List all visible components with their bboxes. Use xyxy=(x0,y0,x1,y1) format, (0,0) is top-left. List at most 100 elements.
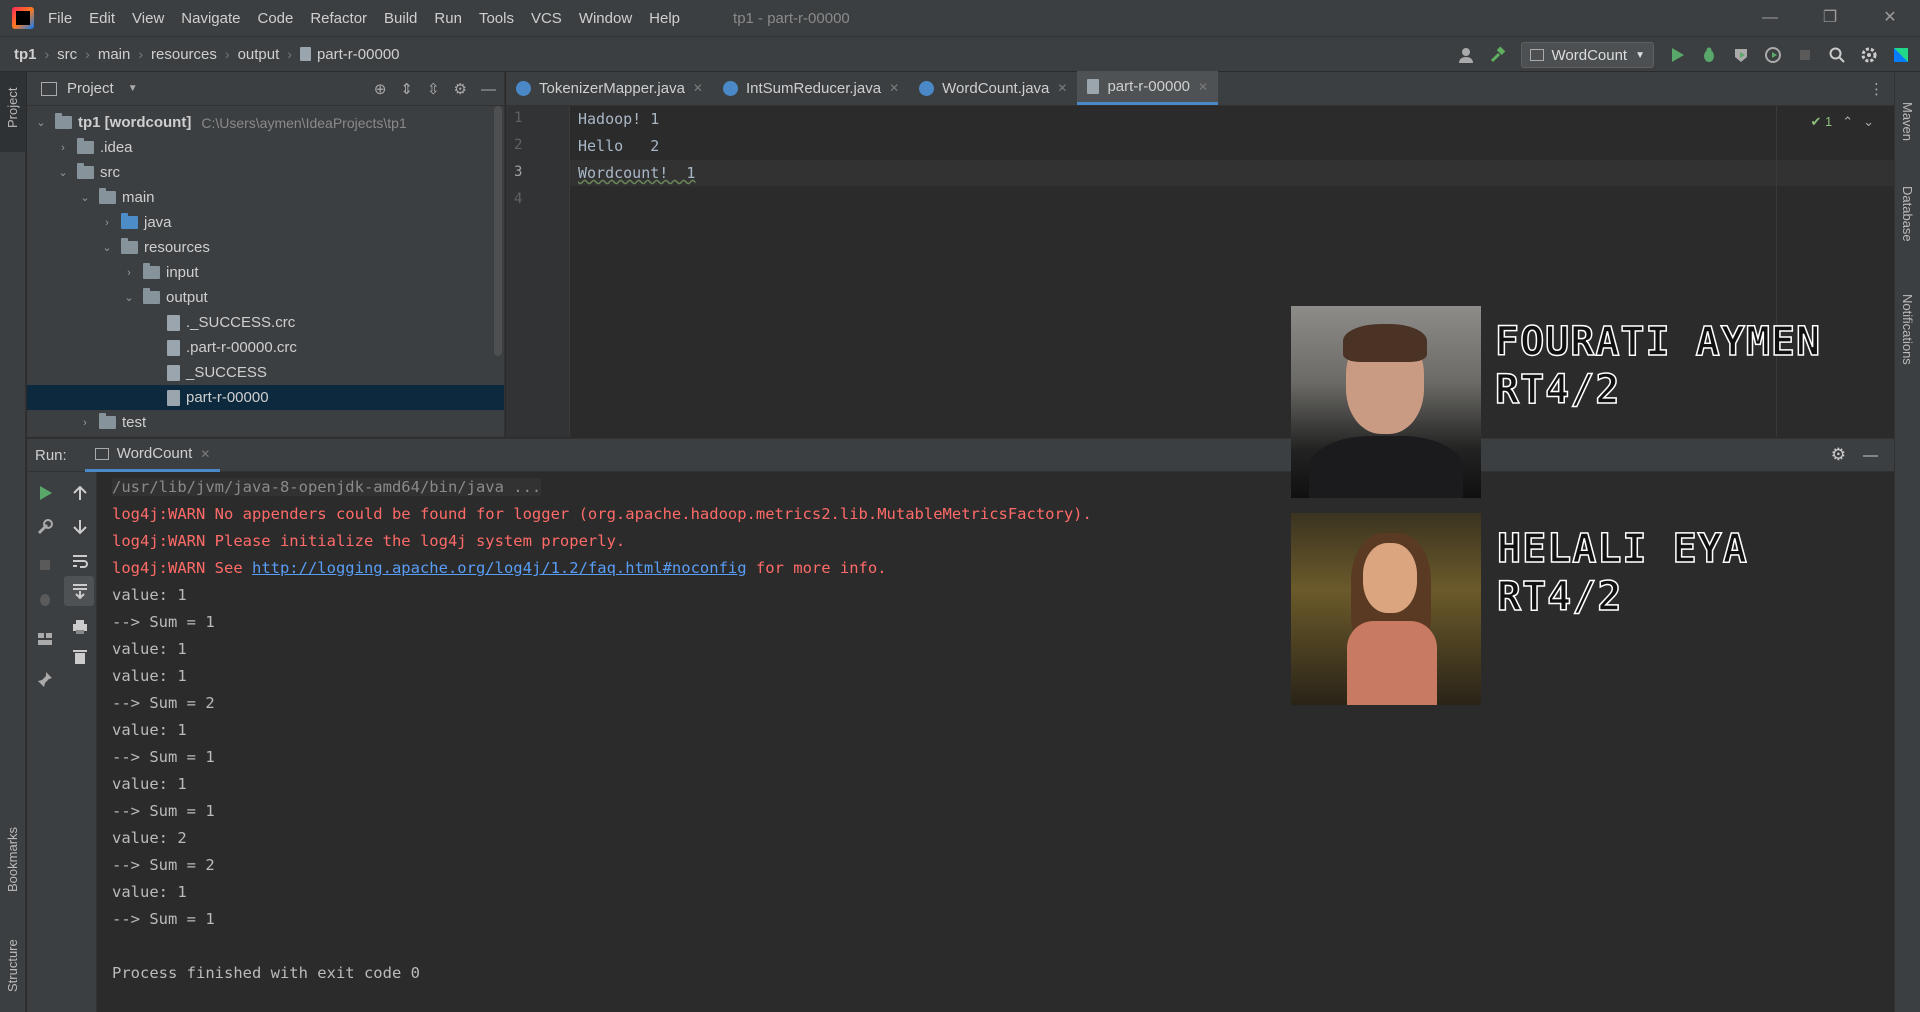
tab-part-r-00000[interactable]: part-r-00000 ✕ xyxy=(1077,71,1219,105)
breadcrumb-output[interactable]: output xyxy=(238,46,280,63)
locate-file-icon[interactable]: ⊕ xyxy=(374,80,387,98)
tree-item-part-crc[interactable]: .part-r-00000.crc xyxy=(27,335,504,360)
chevron-down-icon[interactable]: ⌄ xyxy=(123,291,135,304)
restore-button[interactable]: ❐ xyxy=(1800,0,1860,36)
search-icon[interactable] xyxy=(1828,46,1846,64)
chevron-down-icon[interactable]: ▼ xyxy=(128,83,138,94)
close-icon[interactable]: ✕ xyxy=(200,447,210,461)
project-scrollbar[interactable] xyxy=(494,106,502,356)
menu-build[interactable]: Build xyxy=(384,10,417,27)
stop-icon[interactable] xyxy=(36,556,54,574)
collapse-all-icon[interactable]: ⇳ xyxy=(427,80,440,98)
run-tab-wordcount[interactable]: WordCount ✕ xyxy=(84,438,221,472)
breadcrumb-src[interactable]: src xyxy=(57,46,77,63)
run-configuration-select[interactable]: WordCount ▼ xyxy=(1520,42,1654,68)
breadcrumb-tp1[interactable]: tp1 xyxy=(14,46,37,63)
rerun-icon[interactable] xyxy=(36,484,54,502)
close-icon[interactable]: ✕ xyxy=(1057,81,1067,95)
jetbrains-toolbox-icon[interactable] xyxy=(1892,46,1910,64)
menu-file[interactable]: File xyxy=(48,10,72,27)
run-icon[interactable] xyxy=(1668,46,1686,64)
close-icon[interactable]: ✕ xyxy=(1198,80,1208,94)
soft-wrap-icon[interactable] xyxy=(71,552,89,570)
tab-int-sum-reducer[interactable]: IntSumReducer.java ✕ xyxy=(713,71,909,105)
tree-item-idea[interactable]: › .idea xyxy=(27,135,504,160)
chevron-down-icon[interactable]: ⌄ xyxy=(1863,114,1874,130)
menu-navigate[interactable]: Navigate xyxy=(181,10,240,27)
tree-item-input[interactable]: › input xyxy=(27,260,504,285)
maven-tool-label[interactable]: Maven xyxy=(1900,102,1915,141)
hide-panel-icon[interactable]: — xyxy=(481,81,496,98)
menu-run[interactable]: Run xyxy=(434,10,462,27)
stop-icon[interactable] xyxy=(1796,46,1814,64)
wrench-icon[interactable] xyxy=(36,518,54,536)
chevron-right-icon[interactable]: › xyxy=(79,417,91,429)
chevron-down-icon[interactable]: ⌄ xyxy=(57,166,69,179)
minimize-button[interactable]: — xyxy=(1740,0,1800,36)
settings-gear-icon[interactable] xyxy=(1860,46,1878,64)
console-command-text[interactable]: /usr/lib/jvm/java-8-openjdk-amd64/bin/ja… xyxy=(112,478,542,496)
chevron-right-icon[interactable]: › xyxy=(123,267,135,279)
structure-tool-label[interactable]: Structure xyxy=(5,939,20,992)
profile-icon[interactable] xyxy=(1764,46,1782,64)
build-hammer-icon[interactable] xyxy=(1489,46,1507,64)
arrow-up-icon[interactable] xyxy=(71,484,89,502)
breadcrumb-main[interactable]: main xyxy=(98,46,131,63)
tree-item-success[interactable]: _SUCCESS xyxy=(27,360,504,385)
project-tool-button[interactable]: Project xyxy=(0,72,26,152)
database-tool-label[interactable]: Database xyxy=(1900,186,1915,242)
close-icon[interactable]: ✕ xyxy=(889,81,899,95)
project-panel-title[interactable]: Project xyxy=(67,80,114,97)
breadcrumb-resources[interactable]: resources xyxy=(151,46,217,63)
notifications-tool-label[interactable]: Notifications xyxy=(1900,294,1915,365)
menu-edit[interactable]: Edit xyxy=(89,10,115,27)
layout-icon[interactable] xyxy=(36,630,54,648)
menu-vcs[interactable]: VCS xyxy=(531,10,562,27)
tree-item-part-r-00000[interactable]: part-r-00000 xyxy=(27,385,504,410)
scroll-to-end-toggle[interactable] xyxy=(64,576,94,606)
pin-icon[interactable] xyxy=(36,670,54,688)
settings-gear-icon[interactable]: ⚙ xyxy=(1831,445,1846,465)
bookmarks-tool-label[interactable]: Bookmarks xyxy=(5,827,20,892)
menu-code[interactable]: Code xyxy=(257,10,293,27)
close-window-button[interactable]: ✕ xyxy=(1860,0,1920,36)
menu-help[interactable]: Help xyxy=(649,10,680,27)
breadcrumb: tp1 › src › main › resources › output › … xyxy=(14,46,400,63)
log4j-faq-link[interactable]: http://logging.apache.org/log4j/1.2/faq.… xyxy=(252,559,747,577)
trash-icon[interactable] xyxy=(71,648,89,666)
tree-item-resources[interactable]: ⌄ resources xyxy=(27,235,504,260)
chevron-up-icon[interactable]: ⌃ xyxy=(1842,114,1853,130)
settings-gear-icon[interactable]: ⚙ xyxy=(454,80,467,98)
tree-item-label: tp1 [wordcount] xyxy=(78,114,192,131)
hide-panel-icon[interactable]: — xyxy=(1863,447,1878,464)
chevron-down-icon[interactable]: ⌄ xyxy=(35,116,47,129)
menu-tools[interactable]: Tools xyxy=(479,10,514,27)
expand-all-icon[interactable]: ⇕ xyxy=(400,80,413,98)
menu-refactor[interactable]: Refactor xyxy=(310,10,367,27)
tree-item-main[interactable]: ⌄ main xyxy=(27,185,504,210)
debug-bug-icon[interactable] xyxy=(36,590,54,608)
chevron-down-icon[interactable]: ⌄ xyxy=(79,191,91,204)
print-icon[interactable] xyxy=(71,618,89,636)
chevron-right-icon[interactable]: › xyxy=(57,142,69,154)
coverage-icon[interactable] xyxy=(1732,46,1750,64)
arrow-down-icon[interactable] xyxy=(71,518,89,536)
menu-window[interactable]: Window xyxy=(579,10,632,27)
debug-icon[interactable] xyxy=(1700,46,1718,64)
tab-wordcount[interactable]: WordCount.java ✕ xyxy=(909,71,1077,105)
chevron-right-icon[interactable]: › xyxy=(101,217,113,229)
inspection-widget[interactable]: ✔ 1 ⌃ ⌄ xyxy=(1810,114,1874,130)
chevron-down-icon[interactable]: ⌄ xyxy=(101,241,113,254)
tree-item-output[interactable]: ⌄ output xyxy=(27,285,504,310)
breadcrumb-file[interactable]: part-r-00000 xyxy=(317,46,400,63)
menu-view[interactable]: View xyxy=(132,10,164,27)
tree-item-test[interactable]: › test xyxy=(27,410,504,435)
tree-item-success-crc[interactable]: ._SUCCESS.crc xyxy=(27,310,504,335)
tree-item-tp1[interactable]: ⌄ tp1 [wordcount] C:\Users\aymen\IdeaPro… xyxy=(27,110,504,135)
close-icon[interactable]: ✕ xyxy=(693,81,703,95)
tab-tokenizer-mapper[interactable]: TokenizerMapper.java ✕ xyxy=(506,71,713,105)
user-icon[interactable] xyxy=(1457,46,1475,64)
tree-item-src[interactable]: ⌄ src xyxy=(27,160,504,185)
tree-item-java[interactable]: › java xyxy=(27,210,504,235)
more-tabs-icon[interactable]: ⋮ xyxy=(1869,80,1884,98)
